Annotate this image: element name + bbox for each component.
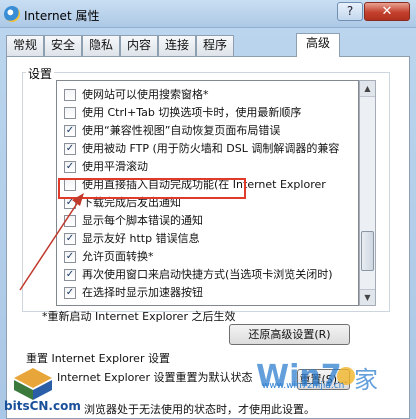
- pointer-arrow-icon: [19, 193, 84, 291]
